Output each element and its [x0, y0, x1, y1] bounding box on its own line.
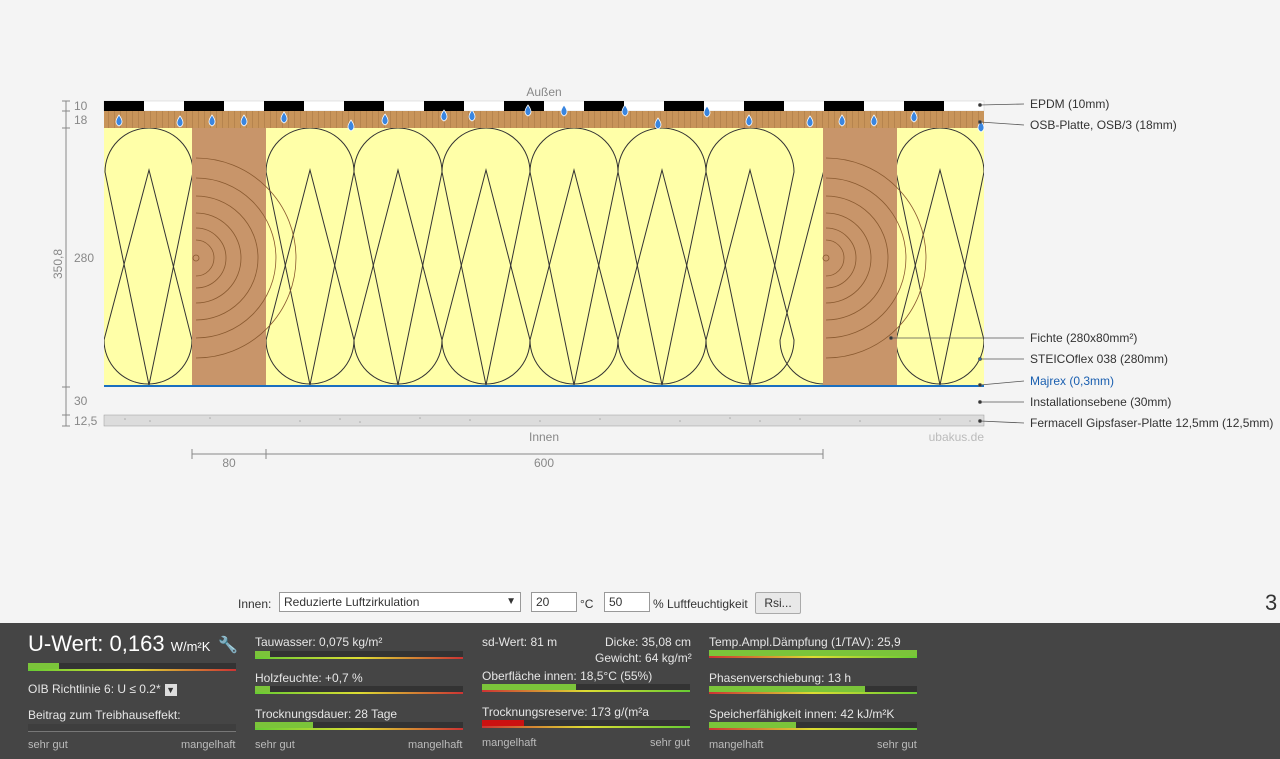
uwert-value: 0,163 — [109, 631, 165, 656]
tauwasser-label: Tauwasser: 0,075 kg/m² — [255, 635, 383, 649]
trocknungsreserve-bar — [482, 720, 690, 728]
scale-good-3: sehr gut — [650, 737, 690, 749]
uwert-bar — [28, 663, 236, 671]
speicher-bar — [709, 722, 917, 730]
humidity-input[interactable]: 50 — [604, 592, 650, 612]
oberflaeche-bar-scale — [482, 690, 690, 692]
uwert-bar-scale — [28, 669, 236, 671]
thickness-label-epdm: 10 — [74, 99, 88, 113]
dicke-label: Dicke: 35,08 cm — [605, 635, 692, 649]
scale-good-2: sehr gut — [255, 739, 295, 751]
chevron-down-icon: ▼ — [506, 596, 516, 607]
scale-bad-2: mangelhaft — [408, 739, 463, 751]
legend-osb[interactable]: OSB-Platte, OSB/3 (18mm) — [1030, 118, 1177, 132]
phasen-label: Phasenverschiebung: 13 h — [709, 671, 852, 685]
innen-label: Innen: — [238, 597, 272, 611]
gewicht-label: Gewicht: 64 kg/m² — [595, 651, 692, 665]
speicher-label: Speicherfähigkeit innen: 42 kJ/m²K — [709, 707, 895, 721]
scale-bad-3: mangelhaft — [482, 737, 537, 749]
temperature-unit: °C — [580, 597, 594, 611]
legend-epdm[interactable]: EPDM (10mm) — [1030, 97, 1109, 111]
temp-ampl-bar — [709, 650, 917, 658]
width-label-spacing: 600 — [534, 456, 554, 470]
wrench-icon[interactable]: 🔧 — [218, 635, 238, 655]
trocknungsdauer-bar-scale — [255, 728, 463, 730]
osb-layer — [104, 111, 984, 128]
width-label-beam: 80 — [222, 456, 236, 470]
thickness-label-installation: 30 — [74, 394, 88, 408]
trocknungsreserve-bar-scale — [482, 726, 690, 728]
scale-good-4: sehr gut — [877, 739, 917, 751]
temp-ampl-bar-scale — [709, 656, 917, 658]
thickness-label-gypsum: 12,5 — [74, 414, 98, 428]
gypsum-layer — [103, 414, 985, 427]
tauwasser-bar-scale — [255, 657, 463, 659]
legend-steicoflex[interactable]: STEICOflex 038 (280mm) — [1030, 352, 1168, 366]
results-panel: U-Wert: 0,163 W/m²K 🔧 OIB Richtlinie 6: … — [0, 623, 1280, 759]
wall-construction-diagram: Außen Innen ubakus.de 10 18 280 30 12,5 … — [51, 85, 1273, 470]
width-dimensions — [191, 449, 824, 459]
climate-select[interactable]: Reduzierte Luftzirkulation ▼ — [279, 592, 521, 612]
oberflaeche-bar — [482, 684, 690, 692]
total-thickness-label: 350,8 — [51, 249, 65, 279]
majrex-layer — [104, 385, 984, 387]
oberflaeche-label: Oberfläche innen: 18,5°C (55%) — [482, 669, 653, 683]
speicher-bar-scale — [709, 728, 917, 730]
oib-requirement[interactable]: OIB Richtlinie 6: U ≤ 0.2* ▼ — [28, 682, 177, 696]
thickness-label-osb: 18 — [74, 113, 88, 127]
temp-ampl-label: Temp.Ampl.Dämpfung (1/TAV): 25,9 — [709, 635, 901, 649]
trocknungsdauer-label: Trocknungsdauer: 28 Tage — [255, 707, 398, 721]
rsi-button[interactable]: Rsi... — [755, 592, 801, 614]
thickness-label-insulation: 280 — [74, 251, 94, 265]
holzfeuchte-bar-scale — [255, 692, 463, 694]
scale-bad-4: mangelhaft — [709, 739, 764, 751]
trocknungsdauer-bar — [255, 722, 463, 730]
holzfeuchte-label: Holzfeuchte: +0,7 % — [255, 671, 363, 685]
page-indicator: 3 — [1265, 590, 1278, 615]
uwert-display: U-Wert: 0,163 W/m²K — [28, 631, 210, 657]
temperature-input[interactable]: 20 — [531, 592, 577, 612]
phasen-bar — [709, 686, 917, 694]
legend-fichte[interactable]: Fichte (280x80mm²) — [1030, 331, 1137, 345]
holzfeuchte-bar — [255, 686, 463, 694]
treibhaus-label: Beitrag zum Treibhauseffekt: — [28, 708, 181, 722]
sdwert-label: sd-Wert: 81 m — [482, 635, 558, 649]
trocknungsreserve-label: Trocknungsreserve: 173 g/(m²a — [482, 705, 649, 719]
uwert-unit: W/m²K — [170, 639, 211, 654]
scale-bad-1: mangelhaft — [181, 739, 236, 751]
tauwasser-bar — [255, 651, 463, 659]
oib-label: OIB Richtlinie 6: U ≤ 0.2* — [28, 682, 161, 696]
legend-majrex[interactable]: Majrex (0,3mm) — [1030, 374, 1114, 388]
climate-select-value: Reduzierte Luftzirkulation — [284, 595, 420, 609]
legend-installationsebene[interactable]: Installationsebene (30mm) — [1030, 395, 1171, 409]
treibhaus-bar — [28, 724, 236, 732]
climate-controls: Innen: Reduzierte Luftzirkulation ▼ 20 °… — [0, 592, 1280, 616]
inside-label: Innen — [529, 430, 559, 444]
legend-fermacell[interactable]: Fermacell Gipsfaser-Platte 12,5mm (12,5m… — [1030, 416, 1273, 430]
uwert-label: U-Wert: — [28, 631, 104, 656]
humidity-label: % Luftfeuchtigkeit — [653, 597, 748, 611]
dropdown-icon[interactable]: ▼ — [164, 683, 177, 696]
scale-good-1: sehr gut — [28, 739, 68, 751]
phasen-bar-scale — [709, 692, 917, 694]
outside-label: Außen — [526, 85, 561, 99]
epdm-layer — [103, 100, 985, 112]
watermark: ubakus.de — [929, 430, 985, 444]
